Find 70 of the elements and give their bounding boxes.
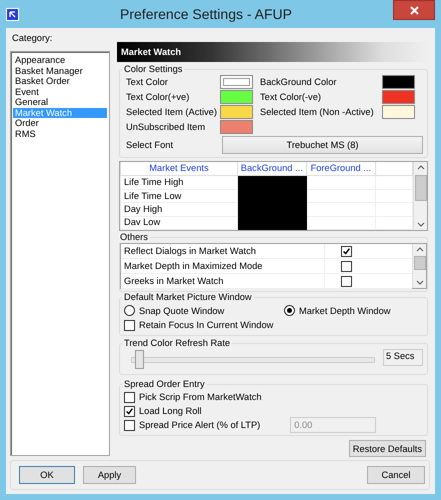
radio-label: Snap Quote Window [139, 306, 224, 316]
color-swatch[interactable] [220, 120, 253, 134]
close-icon [410, 6, 418, 14]
color-swatch[interactable] [382, 75, 415, 89]
column-header[interactable]: BackGround ... [237, 162, 306, 176]
scrollbar[interactable] [413, 162, 427, 230]
category-item[interactable]: Event [13, 86, 107, 97]
scrollbar[interactable] [412, 244, 426, 288]
column-header[interactable]: Market Events [120, 162, 238, 176]
category-item[interactable]: RMS [13, 128, 107, 139]
scroll-thumb[interactable] [414, 256, 426, 270]
category-item[interactable]: Order [13, 118, 107, 128]
font-button[interactable]: Trebuchet MS (8) [222, 136, 423, 154]
color-swatch[interactable] [220, 90, 253, 104]
color-swatch[interactable] [382, 105, 415, 119]
option-label: Market Depth in Maximized Mode [121, 259, 325, 273]
checkbox-label: Retain Focus In Current Window [139, 320, 274, 330]
color-label: Selected Item (Non -Active) [260, 107, 375, 117]
radio-button[interactable] [284, 305, 295, 316]
table-cell: Life Time High [120, 176, 238, 190]
color-label: UnSubscribed Item [126, 122, 206, 132]
radio-button[interactable] [124, 305, 135, 316]
category-item[interactable]: General [13, 97, 107, 108]
checkbox[interactable] [340, 260, 352, 272]
checkbox-label: Spread Price Alert (% of LTP) [139, 420, 260, 430]
option-label: Greeks in Market Watch [121, 274, 325, 288]
group-title: Color Settings [123, 64, 184, 75]
color-label: BackGround Color [260, 77, 338, 87]
group-title: Spread Order Entry [123, 379, 206, 390]
color-label: Text Color [126, 77, 169, 87]
category-item[interactable]: Basket Manager [13, 66, 107, 76]
checkbox-label: Pick Scrip From MarketWatch [139, 392, 262, 402]
slider-thumb[interactable] [135, 350, 144, 369]
close-button[interactable] [393, 0, 435, 20]
radio-label: Market Depth Window [299, 306, 390, 316]
checkbox[interactable] [124, 420, 135, 430]
group-title: Trend Color Refresh Rate [123, 338, 232, 349]
group-title: Others [119, 232, 149, 243]
checkbox[interactable] [340, 276, 352, 286]
checkbox[interactable] [124, 406, 135, 416]
table-cell: Day High [120, 202, 238, 216]
cancel-button[interactable]: Cancel [367, 466, 425, 484]
color-cell[interactable] [237, 176, 306, 190]
font-label: Select Font [125, 140, 174, 150]
color-label: Text Color(+ve) [126, 92, 190, 102]
category-item[interactable]: Basket Order [13, 76, 107, 86]
ok-button[interactable]: OK [19, 466, 75, 484]
color-swatch[interactable] [220, 105, 253, 119]
refresh-reading: 5 Secs [383, 348, 423, 366]
color-label: Text Color(-ve) [260, 92, 322, 102]
category-label: Category: [11, 33, 54, 45]
group-title: Default Market Picture Window [123, 292, 253, 303]
table-cell: Life Time Low [120, 189, 238, 203]
color-label: Selected Item (Active) [126, 107, 218, 117]
checkbox[interactable] [124, 392, 135, 402]
window-title: Preference Settings - AFUP [119, 6, 293, 22]
category-item[interactable]: Appearance [13, 55, 107, 66]
table-cell: Dav Low [120, 216, 238, 230]
color-cell[interactable] [237, 216, 306, 230]
checkbox[interactable] [340, 246, 352, 256]
color-swatch[interactable] [220, 75, 253, 89]
color-swatch[interactable] [382, 90, 415, 104]
checkbox-label: Load Long Roll [139, 406, 202, 416]
apply-button[interactable]: Apply [83, 466, 136, 484]
scroll-thumb[interactable] [414, 175, 426, 201]
restore-defaults-button[interactable]: Restore Defaults [348, 440, 426, 457]
column-header[interactable]: ForeGround ... [306, 162, 376, 176]
checkbox[interactable] [124, 320, 135, 330]
option-label: Reflect Dialogs in Market Watch [121, 244, 325, 258]
app-icon [6, 8, 19, 20]
